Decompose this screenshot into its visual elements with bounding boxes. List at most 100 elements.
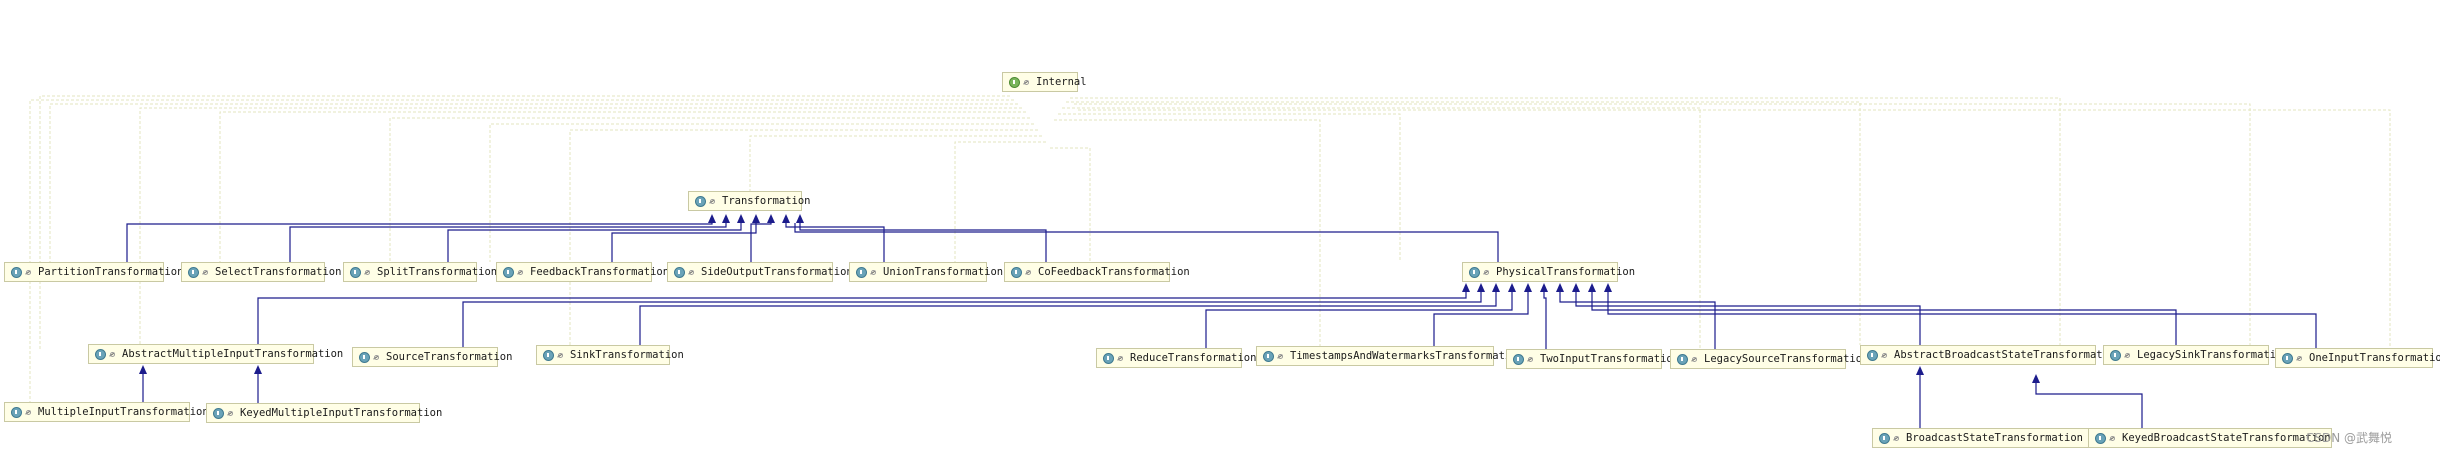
node-keyed-multiple-input-transformation[interactable]: KeyedMultipleInputTransformation <box>206 403 442 423</box>
class-icon <box>350 266 361 278</box>
inheritance-arrowhead <box>1492 283 1500 292</box>
node-abstract-multiple-input-transformation[interactable]: AbstractMultipleInputTransformation <box>88 344 343 364</box>
class-icon <box>213 407 224 419</box>
visibility-icon <box>688 269 695 276</box>
inheritance-line <box>1559 292 1716 349</box>
visibility-icon <box>1023 79 1030 86</box>
class-icon <box>1879 432 1890 444</box>
node-timestamps-and-watermarks-transformation[interactable]: TimestampsAndWatermarksTransformation <box>1256 346 1524 366</box>
class-icon <box>11 266 22 278</box>
abstract-class-icon <box>695 195 706 207</box>
class-icon <box>1011 266 1022 278</box>
inheritance-arrowhead <box>1916 366 1924 375</box>
node-transformation[interactable]: Transformation <box>688 191 811 211</box>
node-feedback-transformation[interactable]: FeedbackTransformation <box>496 262 669 282</box>
inheritance-arrowhead <box>737 214 745 223</box>
node-label: TwoInputTransformation <box>1540 353 1680 365</box>
node-label: SelectTransformation <box>215 266 342 278</box>
visibility-icon <box>517 269 524 276</box>
inheritance-arrowhead <box>139 365 147 374</box>
dependency-line <box>49 103 1018 262</box>
node-one-input-transformation[interactable]: OneInputTransformation <box>2275 348 2440 368</box>
class-icon <box>674 266 685 278</box>
node-reduce-transformation[interactable]: ReduceTransformation <box>1096 348 1256 368</box>
node-label: Internal <box>1036 76 1087 88</box>
node-legacy-sink-transformation[interactable]: LegacySinkTransformation <box>2103 345 2289 365</box>
inheritance-arrowhead <box>796 214 804 223</box>
node-split-transformation[interactable]: SplitTransformation <box>343 262 497 282</box>
inheritance-arrowhead <box>254 365 262 374</box>
diagram-edges <box>29 95 2391 428</box>
visibility-icon <box>557 352 564 359</box>
visibility-icon <box>1277 353 1284 360</box>
class-diagram: Internal Transformation PartitionTransfo… <box>0 0 2440 453</box>
node-keyed-broadcast-state-transformation[interactable]: KeyedBroadcastStateTransformation <box>2088 428 2332 448</box>
inheritance-line <box>289 223 727 262</box>
node-label: CoFeedbackTransformation <box>1038 266 1190 278</box>
node-side-output-transformation[interactable]: SideOutputTransformation <box>667 262 853 282</box>
class-icon <box>359 351 370 363</box>
dependency-line <box>1070 97 2061 345</box>
class-icon <box>2282 352 2293 364</box>
inheritance-arrowhead <box>1462 283 1470 292</box>
node-broadcast-state-transformation[interactable]: BroadcastStateTransformation <box>1872 428 2090 448</box>
node-label: ReduceTransformation <box>1130 352 1257 364</box>
visibility-icon <box>709 198 716 205</box>
node-label: TimestampsAndWatermarksTransformation <box>1290 350 1524 362</box>
inheritance-lines <box>126 214 2317 428</box>
class-icon <box>2095 432 2106 444</box>
inheritance-arrowhead <box>1508 283 1516 292</box>
node-label: LegacySinkTransformation <box>2137 349 2289 361</box>
node-label: UnionTransformation <box>883 266 1004 278</box>
inheritance-arrowhead <box>1540 283 1548 292</box>
class-icon <box>188 266 199 278</box>
dependency-line <box>389 117 1030 262</box>
inheritance-arrowhead <box>1572 283 1580 292</box>
visibility-icon <box>2109 435 2116 442</box>
node-multiple-input-transformation[interactable]: MultipleInputTransformation <box>4 402 209 422</box>
node-internal[interactable]: Internal <box>1002 72 1087 92</box>
dependency-line <box>1062 107 1701 349</box>
visibility-icon <box>2296 355 2303 362</box>
inheritance-line <box>1205 292 1513 348</box>
inheritance-line <box>1607 292 2317 348</box>
visibility-icon <box>373 354 380 361</box>
node-label: MultipleInputTransformation <box>38 406 209 418</box>
node-partition-transformation[interactable]: PartitionTransformation <box>4 262 183 282</box>
node-two-input-transformation[interactable]: TwoInputTransformation <box>1506 349 1679 369</box>
class-icon <box>856 266 867 278</box>
visibility-icon <box>1117 355 1124 362</box>
dependency-line <box>1054 119 1321 348</box>
inheritance-arrowhead <box>1524 283 1532 292</box>
visibility-icon <box>202 269 209 276</box>
inheritance-arrowhead <box>1556 283 1564 292</box>
dependency-line <box>954 141 1046 262</box>
node-legacy-source-transformation[interactable]: LegacySourceTransformation <box>1670 349 1868 369</box>
inheritance-line <box>447 223 742 262</box>
visibility-icon <box>1025 269 1032 276</box>
inheritance-arrowhead <box>722 214 730 223</box>
node-select-transformation[interactable]: SelectTransformation <box>181 262 341 282</box>
inheritance-line <box>611 223 757 262</box>
node-label: AbstractBroadcastStateTransformation <box>1894 349 2122 361</box>
inheritance-line <box>750 223 772 262</box>
node-label: Transformation <box>722 195 811 207</box>
inheritance-line <box>799 223 1047 262</box>
visibility-icon <box>227 410 234 417</box>
node-abstract-broadcast-state-transformation[interactable]: AbstractBroadcastStateTransformation <box>1860 345 2122 365</box>
node-label: KeyedMultipleInputTransformation <box>240 407 443 419</box>
inheritance-line <box>639 292 1497 345</box>
visibility-icon <box>1893 435 1900 442</box>
node-sink-transformation[interactable]: SinkTransformation <box>536 345 684 365</box>
node-label: SourceTransformation <box>386 351 513 363</box>
node-label: AbstractMultipleInputTransformation <box>122 348 344 360</box>
inheritance-line <box>794 223 1499 262</box>
inheritance-line <box>2035 383 2143 428</box>
node-co-feedback-transformation[interactable]: CoFeedbackTransformation <box>1004 262 1190 282</box>
node-union-transformation[interactable]: UnionTransformation <box>849 262 1003 282</box>
dependency-line <box>1050 147 1091 262</box>
node-source-transformation[interactable]: SourceTransformation <box>352 347 512 367</box>
dependency-line <box>1074 103 2251 348</box>
dependency-line <box>1078 109 2391 348</box>
node-physical-transformation[interactable]: PhysicalTransformation <box>1462 262 1635 282</box>
